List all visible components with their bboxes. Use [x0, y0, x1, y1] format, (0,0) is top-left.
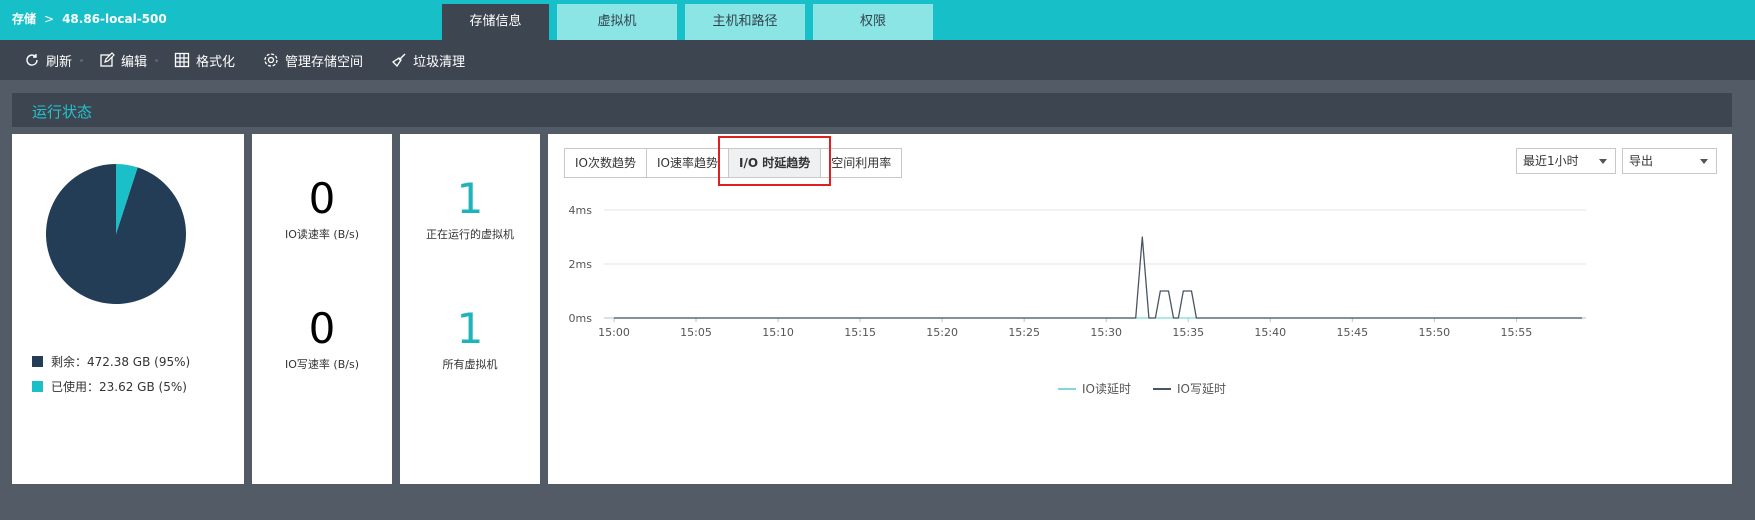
- chevron-down-icon: [1599, 159, 1607, 164]
- legend-line-write: [1153, 387, 1171, 390]
- chart-type-tabs: IO次数趋势 IO速率趋势 I/O 时延趋势 空间利用率: [564, 148, 903, 178]
- legend-read-latency-label: IO读延时: [1082, 382, 1131, 396]
- breadcrumb: 存储 > 48.86-local-500: [12, 10, 167, 27]
- toolbar: 刷新 编辑 格式化 管理存储空间 垃圾清理: [0, 40, 1755, 80]
- io-write-stat: 0 IO写速率 (B/s): [252, 306, 392, 372]
- tab-io-rate-trend[interactable]: IO速率趋势: [647, 149, 729, 177]
- latency-line-chart: 0ms 2ms 4ms 15:00 15:05 15:10 15:15 15:20 15:25 1…: [569, 204, 1586, 339]
- x-tick-label: 15:55: [1501, 326, 1533, 339]
- x-tick-label: 15:00: [598, 326, 630, 339]
- grid-icon: [174, 52, 190, 68]
- series-line-1: [614, 236, 1582, 319]
- cleanup-button[interactable]: 垃圾清理: [391, 51, 465, 70]
- tab-storage-info[interactable]: 存储信息: [442, 4, 549, 40]
- running-vm-stat: 1 正在运行的虚拟机: [400, 176, 540, 242]
- export-value: 导出: [1629, 154, 1654, 168]
- legend-used-label: 已使用：23.62 GB (5%): [51, 380, 187, 394]
- io-write-label: IO写速率 (B/s): [285, 358, 359, 371]
- x-tick-label: 15:50: [1418, 326, 1450, 339]
- running-vm-label: 正在运行的虚拟机: [426, 228, 514, 241]
- manage-storage-button[interactable]: 管理存储空间: [263, 51, 363, 70]
- tab-io-count-trend[interactable]: IO次数趋势: [565, 149, 647, 177]
- refresh-button[interactable]: 刷新: [24, 51, 72, 70]
- legend-write-latency-label: IO写延时: [1177, 382, 1226, 396]
- export-select[interactable]: 导出: [1622, 148, 1717, 174]
- all-vm-label: 所有虚拟机: [442, 358, 498, 371]
- broom-icon: [392, 53, 406, 68]
- y-tick-label: 2ms: [569, 258, 593, 271]
- chevron-down-icon: [1700, 159, 1708, 164]
- pie-slice-remaining: [45, 164, 186, 304]
- edit-label: 编辑: [121, 54, 148, 70]
- edit-icon: [100, 52, 115, 67]
- legend-remaining-label: 剩余：472.38 GB (95%): [51, 355, 191, 369]
- io-rate-card: 0 IO读速率 (B/s) 0 IO写速率 (B/s): [252, 134, 392, 484]
- legend-swatch-remaining: [32, 356, 43, 367]
- refresh-label: 刷新: [46, 54, 73, 70]
- x-tick-label: 15:10: [762, 326, 794, 339]
- manage-storage-label: 管理存储空间: [285, 54, 364, 70]
- capacity-pie-chart: [45, 164, 186, 304]
- tab-io-latency-trend[interactable]: I/O 时延趋势: [729, 149, 822, 177]
- tab-permissions[interactable]: 权限: [813, 4, 933, 40]
- edit-button[interactable]: 编辑: [99, 51, 147, 70]
- time-range-select[interactable]: 最近1小时: [1516, 148, 1616, 174]
- x-tick-label: 15:40: [1254, 326, 1286, 339]
- all-vm-stat: 1 所有虚拟机: [400, 306, 540, 372]
- io-read-stat: 0 IO读速率 (B/s): [252, 176, 392, 242]
- io-write-value: 0: [308, 304, 336, 353]
- tab-space-utilization[interactable]: 空间利用率: [821, 149, 902, 177]
- legend-line-read: [1058, 387, 1076, 390]
- top-bar: 存储 > 48.86-local-500 存储信息 虚拟机 主机和路径 权限: [0, 0, 1755, 40]
- breadcrumb-current: 48.86-local-500: [62, 11, 167, 26]
- tab-hosts-paths[interactable]: 主机和路径: [685, 4, 805, 40]
- x-tick-label: 15:30: [1090, 326, 1122, 339]
- legend-used: 已使用：23.62 GB (5%): [32, 378, 187, 395]
- capacity-card: 剩余：472.38 GB (95%) 已使用：23.62 GB (5%): [12, 134, 244, 484]
- time-range-value: 最近1小时: [1523, 154, 1579, 168]
- toolbar-divider: [80, 58, 84, 62]
- breadcrumb-root[interactable]: 存储: [12, 10, 36, 27]
- x-tick-label: 15:15: [844, 326, 876, 339]
- legend-remaining: 剩余：472.38 GB (95%): [32, 353, 190, 370]
- all-vm-value[interactable]: 1: [400, 306, 540, 352]
- legend-write-latency[interactable]: IO写延时: [1153, 380, 1226, 397]
- running-vm-value[interactable]: 1: [400, 176, 540, 222]
- section-header: 运行状态: [12, 93, 1732, 127]
- breadcrumb-separator: >: [44, 11, 55, 26]
- x-tick-label: 15:35: [1172, 326, 1204, 339]
- gear-icon: [264, 53, 278, 67]
- section-title: 运行状态: [32, 103, 93, 121]
- format-label: 格式化: [196, 54, 236, 70]
- trend-chart-card: IO次数趋势 IO速率趋势 I/O 时延趋势 空间利用率 最近1小时 导出 0m…: [548, 134, 1732, 484]
- chart-legend: IO读延时 IO写延时: [1058, 380, 1226, 397]
- main-tabs: 存储信息 虚拟机 主机和路径 权限: [442, 4, 933, 40]
- content-area: 运行状态 剩余：472.38 GB (95%) 已使用：23.62 GB (5%…: [0, 80, 1755, 520]
- cleanup-label: 垃圾清理: [413, 54, 466, 70]
- refresh-icon: [26, 54, 38, 66]
- x-tick-label: 15:45: [1336, 326, 1368, 339]
- x-tick-label: 15:20: [926, 326, 958, 339]
- io-read-label: IO读速率 (B/s): [285, 228, 359, 241]
- x-tick-label: 15:05: [680, 326, 712, 339]
- vm-count-card: 1 正在运行的虚拟机 1 所有虚拟机: [400, 134, 540, 484]
- io-read-value: 0: [308, 174, 336, 223]
- toolbar-divider: [155, 58, 159, 62]
- legend-swatch-used: [32, 381, 43, 392]
- y-tick-label: 4ms: [569, 204, 593, 217]
- x-tick-label: 15:25: [1008, 326, 1040, 339]
- legend-read-latency[interactable]: IO读延时: [1058, 380, 1131, 397]
- y-tick-label: 0ms: [569, 312, 593, 325]
- tab-vms[interactable]: 虚拟机: [557, 4, 677, 40]
- format-button[interactable]: 格式化: [174, 51, 235, 70]
